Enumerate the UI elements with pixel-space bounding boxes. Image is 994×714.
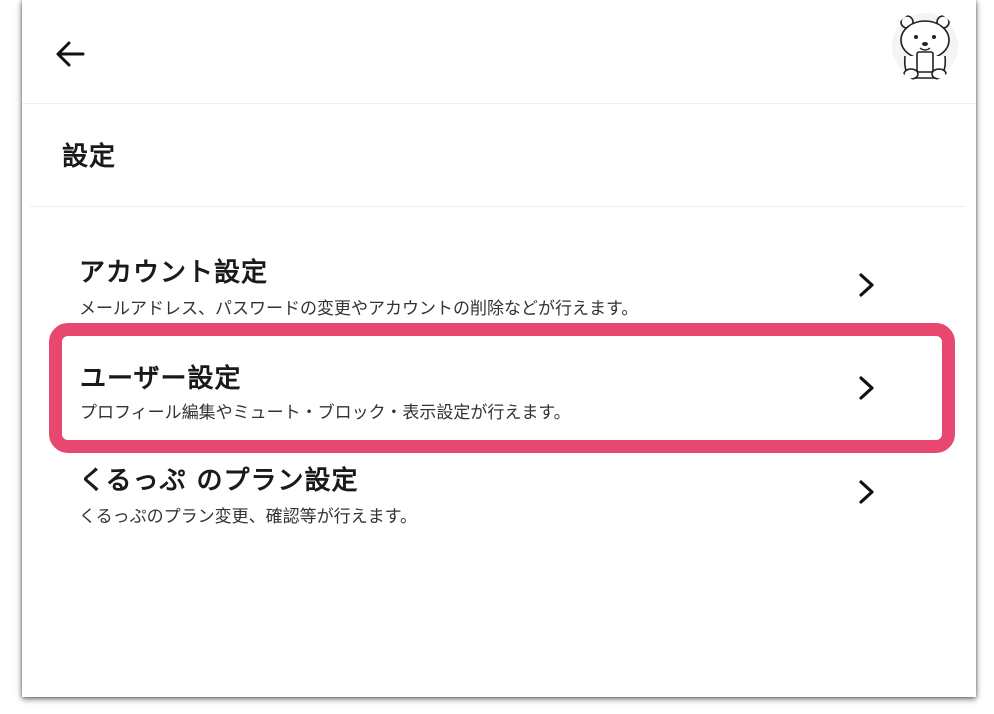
chevron-right-icon: [859, 273, 874, 297]
plan-settings-item[interactable]: くるっぷ のプラン設定 くるっぷのプラン変更、確認等が行えます。: [58, 448, 944, 552]
menu-item-description: くるっぷのプラン変更、確認等が行えます。: [79, 507, 417, 527]
menu-item-title: くるっぷ のプラン設定: [79, 466, 359, 496]
user-settings-item[interactable]: ユーザー設定 プロフィール編集やミュート・ブロック・表示設定が行えます。: [49, 323, 955, 453]
bear-avatar-icon: [892, 13, 958, 80]
chevron-right-icon: [859, 376, 874, 400]
back-button[interactable]: [52, 36, 88, 72]
menu-item-description: メールアドレス、パスワードの変更やアカウントの削除などが行えます。: [79, 299, 639, 319]
account-settings-item[interactable]: アカウント設定 メールアドレス、パスワードの変更やアカウントの削除などが行えます…: [58, 232, 944, 336]
menu-item-title: ユーザー設定: [80, 364, 242, 394]
avatar[interactable]: [891, 10, 959, 82]
header-bar: [22, 0, 976, 104]
menu-item-title: アカウント設定: [79, 258, 269, 288]
divider: [30, 206, 966, 207]
menu-item-description: プロフィール編集やミュート・ブロック・表示設定が行えます。: [80, 403, 571, 423]
settings-window: 設定 アカウント設定 メールアドレス、パスワードの変更やアカウントの削除などが行…: [22, 0, 976, 697]
arrow-left-icon: [56, 41, 85, 67]
page-title: 設定: [62, 142, 117, 172]
chevron-right-icon: [859, 480, 874, 504]
